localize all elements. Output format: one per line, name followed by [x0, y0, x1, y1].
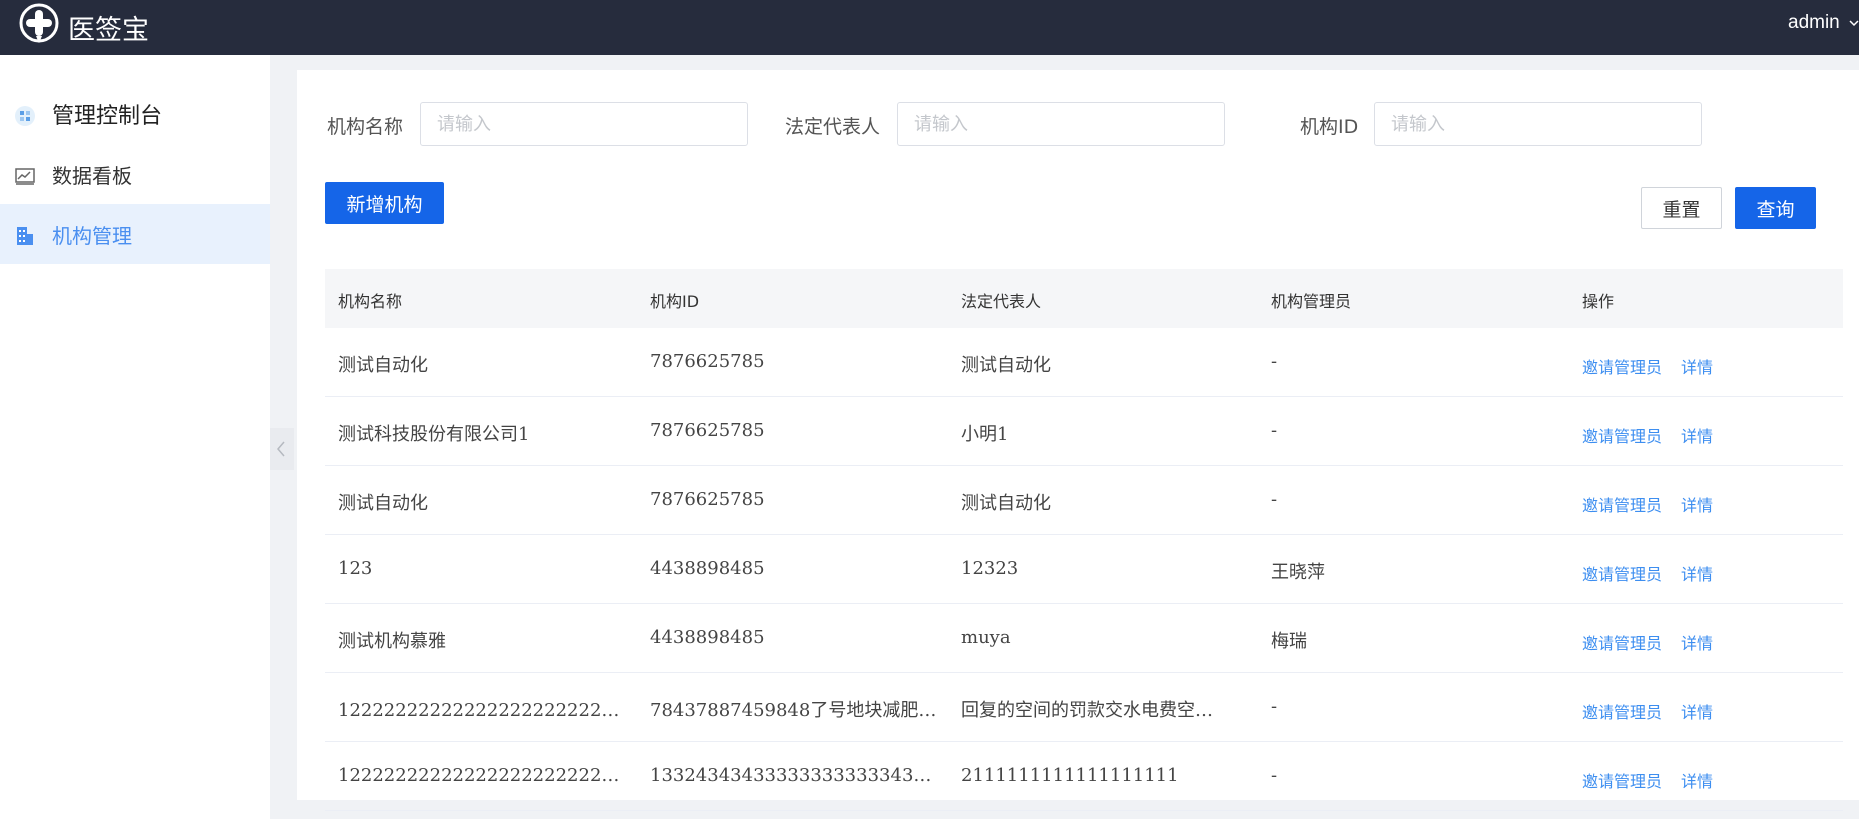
cell-org-admin: 梅瑞 — [1271, 631, 1307, 652]
app-logo-icon — [19, 3, 59, 43]
legal-rep-input[interactable] — [897, 102, 1225, 146]
cell-org-name: 测试自动化 — [338, 493, 428, 514]
invite-admin-link[interactable]: 邀请管理员 — [1582, 354, 1662, 378]
top-bar: 医签宝 admin — [0, 0, 1859, 55]
chevron-down-icon[interactable] — [1849, 18, 1859, 28]
col-header-org-id: 机构ID — [650, 292, 700, 311]
cell-legal-rep: 测试自动化 — [961, 355, 1051, 376]
cell-org-name: 测试科技股份有限公司1 — [338, 424, 530, 445]
main-content: 机构名称 法定代表人 机构ID 新增机构 重置 查询 机构名称 机构ID 法定代… — [297, 70, 1859, 811]
building-icon — [17, 227, 33, 245]
cell-org-id: 78437887459848了号地块减肥… — [650, 700, 937, 721]
invite-admin-link[interactable]: 邀请管理员 — [1582, 699, 1662, 723]
cell-org-id: 4438898485 — [650, 558, 765, 579]
detail-link[interactable]: 详情 — [1681, 354, 1713, 378]
cell-org-name: 123 — [338, 558, 373, 579]
dashboard-grid-icon — [15, 106, 35, 126]
table-header: 机构名称 机构ID 法定代表人 机构管理员 操作 — [325, 269, 1843, 328]
table-row: 测试科技股份有限公司1 7876625785 小明1 - 邀请管理员 详情 — [325, 397, 1843, 466]
table-row: 测试自动化 7876625785 测试自动化 - 邀请管理员 详情 — [325, 328, 1843, 397]
detail-link[interactable]: 详情 — [1681, 561, 1713, 585]
cell-legal-rep: 小明1 — [961, 424, 1009, 445]
sidebar-collapse-handle[interactable] — [270, 428, 294, 470]
invite-admin-link[interactable]: 邀请管理员 — [1582, 768, 1662, 792]
col-header-org-admin: 机构管理员 — [1271, 292, 1352, 311]
legal-rep-label: 法定代表人 — [785, 116, 881, 138]
cell-org-id: 7876625785 — [650, 351, 765, 372]
cell-org-id: 1332434343333333333334333332… — [650, 765, 940, 786]
sidebar-item-console[interactable]: 管理控制台 — [0, 84, 270, 144]
cell-legal-rep: 2111111111111111111 — [961, 765, 1179, 786]
cell-org-admin: - — [1271, 420, 1278, 441]
org-table: 机构名称 机构ID 法定代表人 机构管理员 操作 测试自动化 787662578… — [325, 269, 1843, 811]
sidebar-item-label: 数据看板 — [52, 164, 132, 188]
table-row: 123 4438898485 12323 王晓萍 邀请管理员 详情 — [325, 535, 1843, 604]
app-name: 医签宝 — [68, 15, 149, 46]
cell-org-id: 7876625785 — [650, 489, 765, 510]
sidebar-item-data-board[interactable]: 数据看板 — [0, 144, 270, 204]
sidebar-item-label: 机构管理 — [52, 224, 132, 248]
org-id-label: 机构ID — [1300, 116, 1359, 138]
table-row: 1222222222222222222222222222… 1332434343… — [325, 742, 1843, 811]
cell-org-admin: - — [1271, 351, 1278, 372]
sidebar-item-org-management[interactable]: 机构管理 — [0, 204, 270, 264]
detail-link[interactable]: 详情 — [1681, 768, 1713, 792]
detail-link[interactable]: 详情 — [1681, 630, 1713, 654]
cell-legal-rep: 测试自动化 — [961, 493, 1051, 514]
cell-org-name: 12222222222222222222222多… — [338, 700, 628, 721]
table-row: 测试自动化 7876625785 测试自动化 - 邀请管理员 详情 — [325, 466, 1843, 535]
add-org-button[interactable]: 新增机构 — [325, 182, 444, 224]
table-row: 测试机构慕雅 4438898485 muya 梅瑞 邀请管理员 详情 — [325, 604, 1843, 673]
reset-button[interactable]: 重置 — [1641, 187, 1722, 229]
cell-legal-rep: 回复的空间的罚款交水电费空… — [961, 700, 1213, 721]
org-name-input[interactable] — [420, 102, 748, 146]
invite-admin-link[interactable]: 邀请管理员 — [1582, 561, 1662, 585]
detail-link[interactable]: 详情 — [1681, 699, 1713, 723]
cell-org-name: 1222222222222222222222222222… — [338, 765, 628, 786]
cell-org-admin: - — [1271, 765, 1278, 786]
cell-org-name: 测试自动化 — [338, 355, 428, 376]
search-button[interactable]: 查询 — [1735, 187, 1816, 229]
col-header-legal-rep: 法定代表人 — [961, 292, 1042, 311]
cell-org-admin: 王晓萍 — [1271, 562, 1325, 583]
sidebar-item-label: 管理控制台 — [52, 104, 163, 129]
cell-legal-rep: 12323 — [961, 558, 1019, 579]
org-id-input[interactable] — [1374, 102, 1702, 146]
invite-admin-link[interactable]: 邀请管理员 — [1582, 492, 1662, 516]
sidebar: 管理控制台 数据看板 机构管理 — [0, 55, 270, 819]
user-menu[interactable]: admin — [1788, 12, 1840, 34]
chart-icon — [15, 168, 35, 185]
invite-admin-link[interactable]: 邀请管理员 — [1582, 630, 1662, 654]
cell-org-id: 4438898485 — [650, 627, 765, 648]
col-header-actions: 操作 — [1582, 292, 1615, 311]
cell-org-name: 测试机构慕雅 — [338, 631, 446, 652]
table-row: 12222222222222222222222多… 78437887459848… — [325, 673, 1843, 742]
detail-link[interactable]: 详情 — [1681, 492, 1713, 516]
invite-admin-link[interactable]: 邀请管理员 — [1582, 423, 1662, 447]
chevron-left-icon — [277, 441, 285, 457]
cell-legal-rep: muya — [961, 627, 1011, 648]
org-name-label: 机构名称 — [327, 116, 404, 138]
cell-org-id: 7876625785 — [650, 420, 765, 441]
cell-org-admin: - — [1271, 489, 1278, 510]
cell-org-admin: - — [1271, 696, 1278, 717]
col-header-org-name: 机构名称 — [338, 292, 403, 311]
detail-link[interactable]: 详情 — [1681, 423, 1713, 447]
